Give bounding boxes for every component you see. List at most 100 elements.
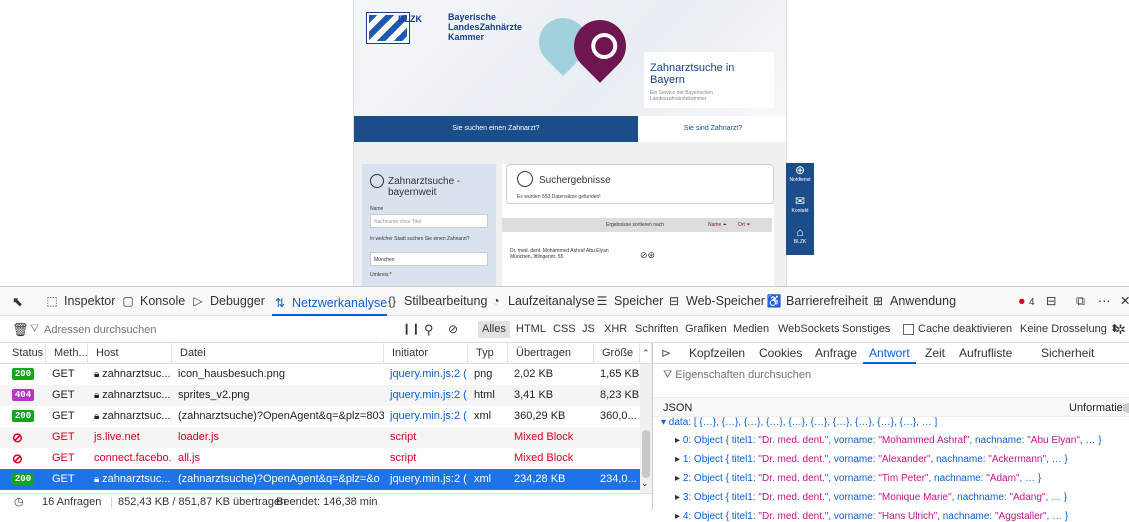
tab-storage[interactable]: ⊟ Web-Speicher (666, 287, 765, 316)
status-badge: 200 (12, 368, 34, 381)
trash-icon[interactable]: 🗑 (12, 316, 29, 343)
name-input[interactable]: Nachname ohne Titel (370, 214, 488, 228)
cell-method: GET (52, 452, 75, 464)
col-method[interactable]: Meth... (46, 343, 88, 364)
pick-element-icon[interactable]: ⬉ (12, 287, 23, 316)
json-item[interactable]: ▸ 1: Object { titel1: "Dr. med. dent.", … (675, 454, 1068, 465)
tab-headers[interactable]: Kopfzeilen (689, 343, 745, 364)
notdienst-button[interactable]: ⊕ Notdienst (786, 163, 814, 193)
filter-fonts[interactable]: Schriften (631, 321, 682, 338)
blzk-button[interactable]: ⌂ BLZK (786, 225, 814, 255)
search-icon[interactable]: ⚲ (424, 316, 434, 343)
filter-images[interactable]: Grafiken (681, 321, 731, 338)
scroll-up-icon[interactable]: ⌃ (640, 343, 652, 364)
tab-security[interactable]: Sicherheit (1041, 343, 1094, 364)
json-item[interactable]: ▸ 3: Object { titel1: "Dr. med. dent.", … (675, 492, 1067, 503)
request-row[interactable]: 200 GET 🔒︎ zahnarztsuc... icon_hausbesuch.p… (0, 364, 640, 385)
request-scrollbar[interactable]: ⌄ (640, 364, 652, 493)
disable-cache-toggle[interactable]: Cache deaktivieren (903, 316, 1012, 343)
tab-console[interactable]: ▢ Konsole (120, 287, 185, 316)
tab-inspector[interactable]: ⬚ Inspektor (44, 287, 115, 316)
tab-label: Anwendung (890, 294, 957, 308)
json-item[interactable]: ▸ 0: Object { titel1: "Dr. med. dent.", … (675, 435, 1102, 446)
col-status[interactable]: Status (0, 343, 46, 364)
lock-icon: 🔒︎ (94, 369, 103, 380)
json-syntax: , vorname: (828, 454, 879, 465)
col-file[interactable]: Datei (172, 343, 384, 364)
request-row[interactable]: 404 GET 🔒︎ zahnarztsuc... sprites_v2.png jqu… (0, 385, 640, 406)
tab-memory[interactable]: ☰ Speicher (594, 287, 664, 316)
result-item[interactable]: Dr. med. dent. Mohammed Ashraf Abu Elyan… (510, 248, 630, 260)
filter-all[interactable]: Alles (478, 321, 510, 338)
tab-application[interactable]: ⊞ Anwendung (870, 287, 956, 316)
filter-css[interactable]: CSS (549, 321, 580, 338)
scroll-thumb[interactable] (642, 430, 650, 478)
request-row[interactable]: ⊘ GET js.live.net loader.js script Mixed Bloc… (0, 427, 640, 448)
more-menu-icon[interactable]: ⋯ (1098, 287, 1111, 316)
col-initiator[interactable]: Initiator (384, 343, 468, 364)
tab-cookies[interactable]: Cookies (759, 343, 802, 364)
performance-clock-icon[interactable]: ◷ (14, 494, 24, 511)
cell-status: 404 (0, 385, 46, 406)
filter-html[interactable]: HTML (512, 321, 550, 338)
tab-debugger[interactable]: ▷ Debugger (190, 287, 265, 316)
col-transferred[interactable]: Übertragen (508, 343, 594, 364)
filter-websockets[interactable]: WebSockets (774, 321, 844, 338)
filter-xhr[interactable]: XHR (600, 321, 631, 338)
settings-gear-icon[interactable]: ✲ (1115, 316, 1126, 343)
filter-js[interactable]: JS (578, 321, 599, 338)
tab-network[interactable]: ⇅ Netzwerkanalyse (272, 287, 388, 316)
throttle-select[interactable]: Keine Drosselung ⬍ (1020, 316, 1119, 343)
sort-name-button[interactable]: Name ⏶ (708, 222, 727, 228)
json-syntax: , vorname: (828, 435, 879, 446)
tab-response[interactable]: Antwort (863, 343, 916, 364)
json-item[interactable]: ▸ 4: Object { titel1: "Dr. med. dent.", … (675, 511, 1068, 522)
json-value: "Dr. med. dent." (758, 454, 829, 465)
city-input[interactable]: München (370, 252, 488, 266)
details-tabs: ⊳ Kopfzeilen Cookies Anfrage Antwort Zei… (653, 343, 1129, 364)
filter-media[interactable]: Medien (729, 321, 773, 338)
tab-stack-trace[interactable]: Aufrufliste (959, 343, 1012, 364)
kontakt-button[interactable]: ✉ Kontakt (786, 194, 814, 224)
sort-bar: Ergebnisse sortieren nach Name ⏶ Ort ⏷ (502, 218, 772, 232)
pause-icon[interactable]: ❙❙ (402, 316, 420, 343)
request-row[interactable]: ⊘ GET connect.facebo... all.js script Mixed B… (0, 448, 640, 469)
tab-style-editor[interactable]: {} Stilbearbeitung (384, 287, 487, 316)
toggle-sidebar-icon[interactable]: ⊳ (661, 343, 671, 364)
cell-method: GET (52, 473, 75, 485)
json-syntax: , vorname: (828, 492, 879, 503)
col-host[interactable]: Host (88, 343, 172, 364)
block-icon[interactable]: ⊘ (448, 316, 458, 343)
request-row[interactable]: 200 GET 🔒︎ zahnarztsuc... (zahnarztsuche)?O… (0, 406, 640, 427)
dock-icon[interactable]: ⧉ (1076, 287, 1085, 316)
raw-toggle[interactable] (1123, 403, 1129, 413)
tab-request[interactable]: Anfrage (815, 343, 857, 364)
json-item[interactable]: ▸ 2: Object { titel1: "Dr. med. dent.", … (675, 473, 1041, 484)
cell-host: js.live.net (88, 427, 172, 448)
radius-label: Umkreis:* (370, 272, 392, 278)
json-root[interactable]: ▾ data: [ {…}, {…}, {…}, {…}, {…}, {…}, … (661, 417, 937, 428)
split-console-icon[interactable]: ⊟ (1046, 287, 1056, 316)
close-icon[interactable]: ✕ (1120, 287, 1129, 316)
tab-label: Stilbearbeitung (404, 294, 488, 308)
network-status-bar: ◷ 16 Anfragen | 852,43 KB / 851,87 KB üb… (0, 493, 652, 510)
tab-label: Inspektor (64, 294, 116, 308)
request-row[interactable]: 200 GET 🔒︎ zahnarztsuc... (zahnarztsuche)?O… (0, 469, 640, 490)
filter-other[interactable]: Sonstiges (838, 321, 894, 338)
tab-dentist[interactable]: Sie sind Zahnarzt? (638, 116, 786, 142)
application-icon: ⊞ (872, 294, 884, 308)
tab-timings[interactable]: Zeit (925, 343, 945, 364)
col-size[interactable]: Größe (594, 343, 640, 364)
properties-filter[interactable]: ⛛ Eigenschaften durchsuchen (663, 369, 963, 382)
sort-ort-button[interactable]: Ort ⏷ (738, 222, 750, 228)
tab-performance[interactable]: ◔ Laufzeitanalyse (488, 287, 595, 316)
tab-accessibility[interactable]: ♿ Barrierefreiheit (766, 287, 868, 316)
json-syntax: , nachname: (937, 511, 995, 522)
scroll-down-icon[interactable]: ⌄ (641, 478, 649, 489)
col-type[interactable]: Typ (468, 343, 508, 364)
tab-patient[interactable]: Sie suchen einen Zahnarzt? (354, 116, 638, 142)
url-filter-input[interactable] (28, 320, 378, 339)
logo-text: BLZK (398, 14, 422, 24)
error-count-badge[interactable]: ● 4 (1018, 287, 1035, 316)
properties-filter-placeholder: Eigenschaften durchsuchen (675, 369, 812, 381)
